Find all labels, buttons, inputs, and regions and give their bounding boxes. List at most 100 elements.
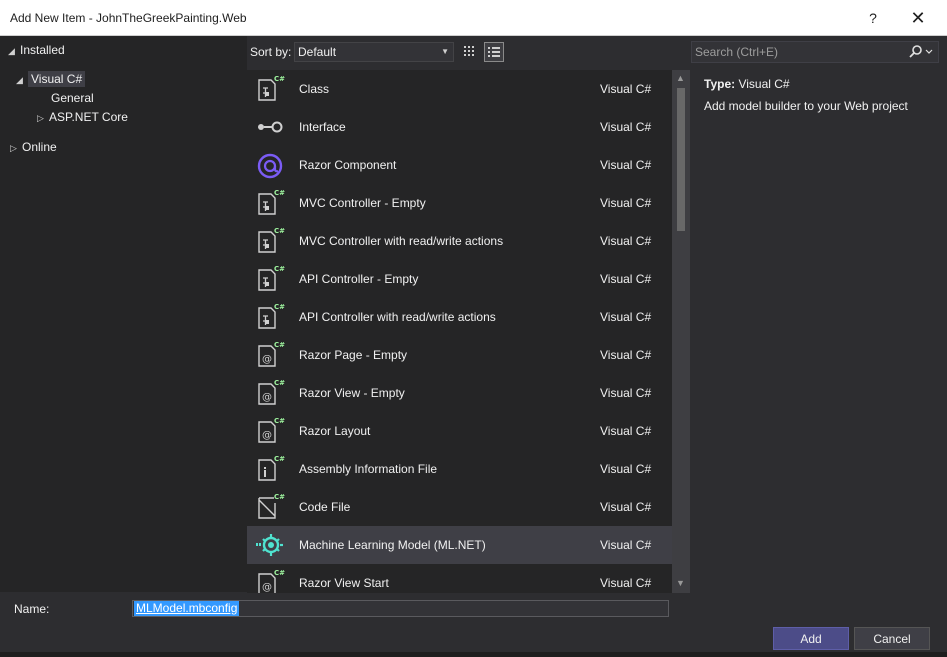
template-item[interactable]: Razor Component Visual C# bbox=[247, 146, 672, 184]
svg-text:C#: C# bbox=[274, 493, 285, 501]
collapsed-arrow-icon[interactable]: ▷ bbox=[37, 108, 49, 128]
template-item-name: Machine Learning Model (ML.NET) bbox=[299, 538, 486, 552]
chevron-down-icon: ▼ bbox=[441, 47, 449, 56]
razor-component-icon bbox=[254, 149, 286, 181]
template-item-name: Razor View Start bbox=[299, 576, 389, 590]
template-item[interactable]: Interface Visual C# bbox=[247, 108, 672, 146]
close-button[interactable]: ✕ bbox=[903, 6, 933, 30]
csharp-class-icon: C# bbox=[254, 187, 286, 219]
template-item-language: Visual C# bbox=[600, 120, 652, 134]
expanded-arrow-icon[interactable]: ◢ bbox=[16, 70, 28, 90]
template-item-language: Visual C# bbox=[600, 348, 652, 362]
template-item[interactable]: @ C# Razor View Start Visual C# bbox=[247, 564, 672, 593]
template-item-name: MVC Controller - Empty bbox=[299, 196, 426, 210]
csharp-class-icon: C# bbox=[254, 73, 286, 105]
svg-text:C#: C# bbox=[274, 303, 285, 311]
svg-text:C#: C# bbox=[274, 455, 285, 463]
template-list: C# Class Visual C# Interface Visual C# Razo… bbox=[247, 70, 690, 593]
template-item-name: MVC Controller with read/write actions bbox=[299, 234, 504, 248]
svg-text:C#: C# bbox=[274, 379, 285, 387]
template-item-language: Visual C# bbox=[600, 576, 652, 590]
name-input-value[interactable]: MLModel.mbconfig bbox=[134, 601, 240, 616]
tree-node-visual-csharp[interactable]: ◢ Visual C# bbox=[16, 69, 86, 90]
csharp-class-icon: C# bbox=[254, 263, 286, 295]
template-item[interactable]: C# Class Visual C# bbox=[247, 70, 672, 108]
template-item[interactable]: C# API Controller - Empty Visual C# bbox=[247, 260, 672, 298]
template-item-language: Visual C# bbox=[600, 462, 652, 476]
razor-file-icon: @ C# bbox=[254, 377, 286, 409]
tree-node-online[interactable]: ▷ Online bbox=[10, 137, 57, 157]
svg-text:C#: C# bbox=[274, 341, 285, 349]
svg-text:C#: C# bbox=[274, 265, 285, 273]
list-view-icon bbox=[488, 47, 500, 57]
template-item[interactable]: Machine Learning Model (ML.NET) Visual C# bbox=[247, 526, 672, 564]
scroll-up-icon[interactable]: ▲ bbox=[676, 73, 685, 83]
svg-text:C#: C# bbox=[274, 75, 285, 83]
info-type-label: Type: bbox=[704, 77, 736, 91]
search-box[interactable] bbox=[691, 41, 939, 63]
info-panel: Type: Visual C# Add model builder to you… bbox=[690, 70, 947, 593]
template-item-language: Visual C# bbox=[600, 538, 652, 552]
template-item-language: Visual C# bbox=[600, 386, 652, 400]
grid-view-icon bbox=[464, 46, 474, 56]
ml-model-icon bbox=[254, 529, 286, 561]
template-item[interactable]: @ C# Razor Page - Empty Visual C# bbox=[247, 336, 672, 374]
tree-node-installed[interactable]: ◢ Installed bbox=[8, 40, 65, 60]
info-description: Add model builder to your Web project bbox=[704, 99, 908, 113]
search-input[interactable] bbox=[695, 44, 900, 60]
template-item-language: Visual C# bbox=[600, 234, 652, 248]
template-item-language: Visual C# bbox=[600, 424, 652, 438]
vertical-scrollbar[interactable]: ▲ ▼ bbox=[672, 70, 690, 593]
template-item[interactable]: C# MVC Controller - Empty Visual C# bbox=[247, 184, 672, 222]
info-type-value: Visual C# bbox=[738, 77, 790, 91]
csharp-class-icon: C# bbox=[254, 225, 286, 257]
template-item-name: Class bbox=[299, 82, 330, 96]
scrollbar-thumb[interactable] bbox=[677, 88, 685, 231]
template-item-name: Interface bbox=[299, 120, 346, 134]
template-item-language: Visual C# bbox=[600, 272, 652, 286]
tree-node-aspnet-core[interactable]: ▷ ASP.NET Core bbox=[37, 107, 128, 127]
search-icon[interactable] bbox=[908, 44, 936, 60]
svg-text:C#: C# bbox=[274, 189, 285, 197]
add-button[interactable]: Add bbox=[773, 627, 849, 650]
sort-by-label: Sort by: bbox=[250, 45, 292, 59]
collapsed-arrow-icon[interactable]: ▷ bbox=[10, 138, 22, 158]
template-item-name: API Controller with read/write actions bbox=[299, 310, 496, 324]
small-icons-view-button[interactable] bbox=[460, 42, 480, 62]
svg-text:@: @ bbox=[262, 392, 272, 403]
name-label: Name: bbox=[14, 602, 50, 616]
template-item[interactable]: @ C# Razor Layout Visual C# bbox=[247, 412, 672, 450]
sort-by-dropdown[interactable]: Default ▼ bbox=[294, 42, 454, 62]
expanded-arrow-icon[interactable]: ◢ bbox=[8, 41, 20, 61]
tree-node-general[interactable]: General bbox=[51, 88, 94, 108]
template-item-language: Visual C# bbox=[600, 500, 652, 514]
template-item[interactable]: @ C# Razor View - Empty Visual C# bbox=[247, 374, 672, 412]
svg-text:@: @ bbox=[262, 430, 272, 441]
svg-text:@: @ bbox=[262, 354, 272, 365]
template-item-language: Visual C# bbox=[600, 196, 652, 210]
csharp-class-icon: C# bbox=[254, 301, 286, 333]
razor-file-icon: @ C# bbox=[254, 339, 286, 371]
help-button[interactable]: ? bbox=[858, 6, 888, 30]
template-item[interactable]: C# MVC Controller with read/write actions… bbox=[247, 222, 672, 260]
template-item[interactable]: C# Assembly Information File Visual C# bbox=[247, 450, 672, 488]
scroll-down-icon[interactable]: ▼ bbox=[676, 578, 685, 588]
svg-text:@: @ bbox=[262, 582, 272, 593]
list-view-button[interactable] bbox=[484, 42, 504, 62]
template-item-name: Razor Component bbox=[299, 158, 397, 172]
template-item[interactable]: C# API Controller with read/write actions… bbox=[247, 298, 672, 336]
template-item-language: Visual C# bbox=[600, 158, 652, 172]
bottom-strip bbox=[0, 652, 947, 657]
name-input[interactable]: MLModel.mbconfig bbox=[132, 600, 669, 617]
template-item-language: Visual C# bbox=[600, 82, 652, 96]
svg-text:C#: C# bbox=[274, 227, 285, 235]
template-item[interactable]: C# Code File Visual C# bbox=[247, 488, 672, 526]
template-tree: ◢ Installed ◢ Visual C# General ▷ ASP.NET C… bbox=[0, 36, 247, 592]
cancel-button[interactable]: Cancel bbox=[854, 627, 930, 650]
template-item-name: Razor Page - Empty bbox=[299, 348, 408, 362]
razor-file-icon: @ C# bbox=[254, 415, 286, 447]
template-item-name: API Controller - Empty bbox=[299, 272, 419, 286]
template-item-language: Visual C# bbox=[600, 310, 652, 324]
code-file-icon: C# bbox=[254, 491, 286, 523]
svg-text:C#: C# bbox=[274, 569, 285, 577]
